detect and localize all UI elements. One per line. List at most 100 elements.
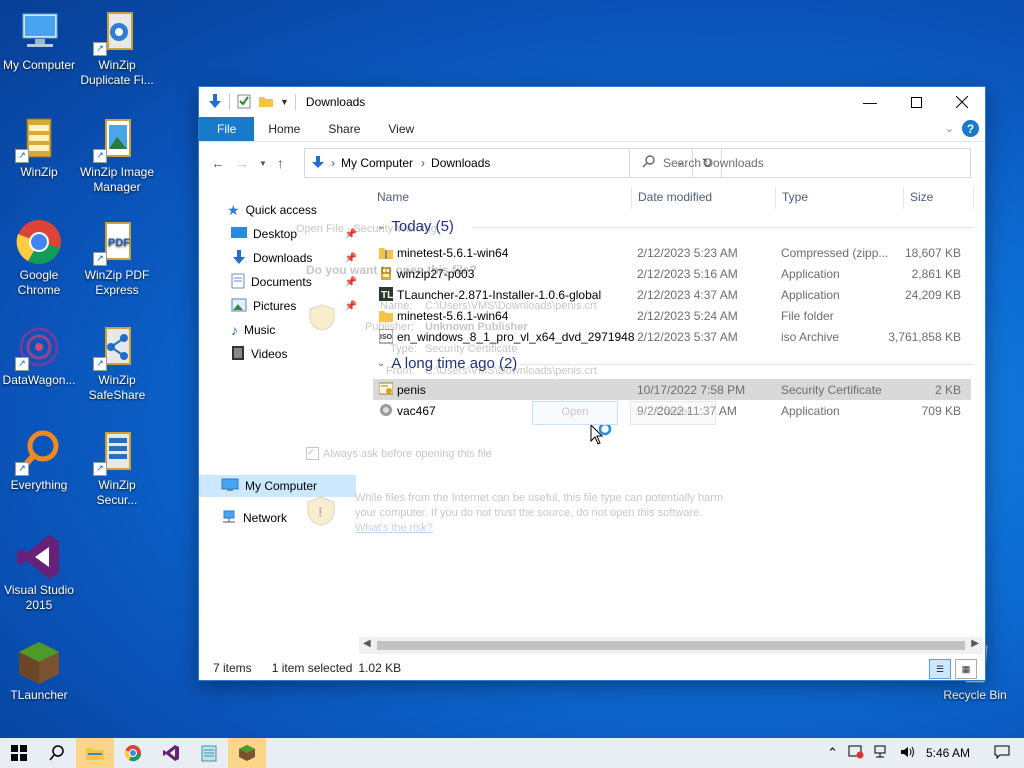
desktop-icon-winzip-image[interactable]: ↗ WinZip Image Manager [78, 115, 156, 195]
file-type: Security Certificate [781, 382, 882, 397]
type-value: Security Certificate [425, 343, 518, 355]
horizontal-scrollbar[interactable]: ◀ ▶ [359, 637, 983, 654]
file-type: Application [781, 403, 840, 418]
name-value: C:\Users\VMS\Downloads\penis.crt [425, 300, 597, 312]
file-type: File folder [781, 308, 834, 323]
desktop-icon-label: Visual Studio 2015 [4, 583, 74, 612]
tab-home[interactable]: Home [254, 117, 314, 141]
network-icon[interactable] [874, 745, 890, 762]
nav-item-music[interactable]: ♪ Music [231, 319, 275, 341]
minimize-button[interactable]: — [847, 87, 893, 117]
file-type: Application [781, 287, 840, 302]
tab-share[interactable]: Share [314, 117, 374, 141]
expand-ribbon-icon[interactable]: ⌄ [945, 122, 954, 135]
name-label: Name: [380, 300, 413, 312]
file-type: Application [781, 266, 840, 281]
nav-item-network[interactable]: Network [221, 507, 287, 529]
details-view-icon[interactable]: ☰ [929, 659, 951, 679]
type-label: Type: [390, 343, 417, 355]
taskbar-file-explorer[interactable] [76, 738, 114, 768]
desktop-icon-safeshare[interactable]: ↗ WinZip SafeShare [78, 323, 156, 403]
warning-message: While files from the Internet can be use… [355, 492, 724, 519]
cancel-button[interactable]: Cancel [630, 401, 716, 425]
status-item-count: 7 items [213, 661, 252, 675]
breadcrumb-downloads[interactable]: Downloads [431, 156, 490, 170]
desktop-icon-my-computer[interactable]: My Computer [0, 8, 78, 73]
customize-toolbar-icon[interactable]: ▼ [280, 97, 289, 107]
breadcrumb-my-computer[interactable]: My Computer [341, 156, 413, 170]
desktop-icon-winzip-pdf[interactable]: PDF ↗ WinZip PDF Express [78, 218, 156, 298]
recent-locations-icon[interactable]: ▼ [259, 159, 267, 171]
close-button[interactable] [939, 87, 985, 117]
winzip-secure-icon: ↗ [93, 428, 141, 476]
security-warning-dialog: Open File - Security Warning Do you want… [290, 215, 736, 549]
desktop-icon-label: TLauncher [10, 688, 68, 702]
dialog-title: Open File - Security Warning [296, 223, 437, 235]
dialog-question: Do you want to open this file? [306, 263, 477, 277]
back-button[interactable]: ← [211, 155, 225, 171]
chevron-right-icon[interactable]: › [331, 156, 335, 170]
tab-view[interactable]: View [374, 117, 428, 141]
forward-button[interactable]: → [235, 155, 249, 171]
desktop-icon-chrome[interactable]: Google Chrome [0, 218, 78, 298]
search-box[interactable]: Search Downloads [629, 148, 971, 178]
tab-file[interactable]: File [199, 117, 255, 141]
desktop-icon-visual-studio[interactable]: Visual Studio 2015 [0, 533, 78, 613]
view-toggle: ☰ ▦ [929, 659, 977, 679]
column-header-type[interactable]: Type [782, 185, 808, 209]
navigation-bar: ← → ▼ ↑ › My Computer › Downloads ⌄ ↻ Se… [199, 142, 985, 184]
new-folder-icon[interactable] [258, 93, 274, 112]
file-size: 2,861 KB [911, 266, 961, 281]
notifications-icon[interactable] [994, 744, 1010, 763]
help-button[interactable]: ? [962, 120, 979, 137]
taskbar-notepad[interactable] [190, 738, 228, 768]
clock[interactable]: 5:46 AM [926, 746, 970, 760]
taskbar-chrome[interactable] [114, 738, 152, 768]
chrome-icon [124, 745, 141, 762]
large-icons-view-icon[interactable]: ▦ [955, 659, 977, 679]
column-header-name[interactable]: Name [377, 185, 409, 209]
chevron-right-icon[interactable]: › [421, 156, 425, 170]
properties-icon[interactable] [236, 93, 252, 112]
network-icon [221, 510, 237, 527]
always-ask-checkbox[interactable]: ✓ Always ask before opening this file [306, 447, 492, 460]
column-divider[interactable] [903, 187, 904, 209]
divider [294, 94, 296, 110]
shield-icon [308, 303, 336, 334]
open-button[interactable]: Open [532, 401, 618, 425]
column-header-size[interactable]: Size [910, 185, 933, 209]
desktop-icon-winzip-secure[interactable]: ↗ WinZip Secur... [78, 428, 156, 508]
up-button[interactable]: ↑ [277, 155, 284, 171]
risk-link[interactable]: What's the risk? [355, 522, 433, 534]
taskbar-visual-studio[interactable] [152, 738, 190, 768]
desktop-icon-datawagon[interactable]: ↗ DataWagon... [0, 323, 78, 388]
title-bar[interactable]: ▼ Downloads — [199, 87, 985, 117]
computer-icon [221, 478, 239, 495]
search-button[interactable] [38, 738, 76, 768]
minecraft-icon [239, 745, 255, 761]
volume-icon[interactable] [900, 745, 916, 762]
checkbox-icon: ✓ [306, 447, 319, 460]
column-divider[interactable] [775, 187, 776, 209]
column-header-date[interactable]: Date modified [638, 185, 712, 209]
desktop-icon-label: WinZip PDF Express [84, 268, 150, 297]
desktop-icon-tlauncher[interactable]: TLauncher [0, 638, 78, 703]
show-hidden-icons-icon[interactable]: ⌃ [827, 745, 838, 761]
desktop-icon-winzip-duplicate[interactable]: ↗ WinZip Duplicate Fi... [78, 8, 156, 88]
file-explorer-icon [86, 748, 104, 760]
window-title: Downloads [305, 95, 366, 109]
desktop-icon-everything[interactable]: ↗ Everything [0, 428, 78, 493]
scroll-left-button[interactable]: ◀ [363, 638, 371, 649]
nav-item-videos[interactable]: Videos [231, 343, 287, 365]
security-center-icon[interactable] [848, 745, 864, 762]
column-divider[interactable] [973, 187, 974, 209]
start-button[interactable] [0, 738, 38, 768]
scroll-right-button[interactable]: ▶ [971, 638, 979, 649]
file-size: 2 KB [934, 382, 961, 397]
maximize-button[interactable] [893, 87, 939, 117]
column-divider[interactable] [631, 187, 632, 209]
file-type: iso Archive [781, 329, 840, 344]
desktop-icon-winzip[interactable]: ↗ WinZip [0, 115, 78, 180]
taskbar-minecraft[interactable] [228, 738, 266, 768]
scrollbar-thumb[interactable] [377, 641, 965, 650]
